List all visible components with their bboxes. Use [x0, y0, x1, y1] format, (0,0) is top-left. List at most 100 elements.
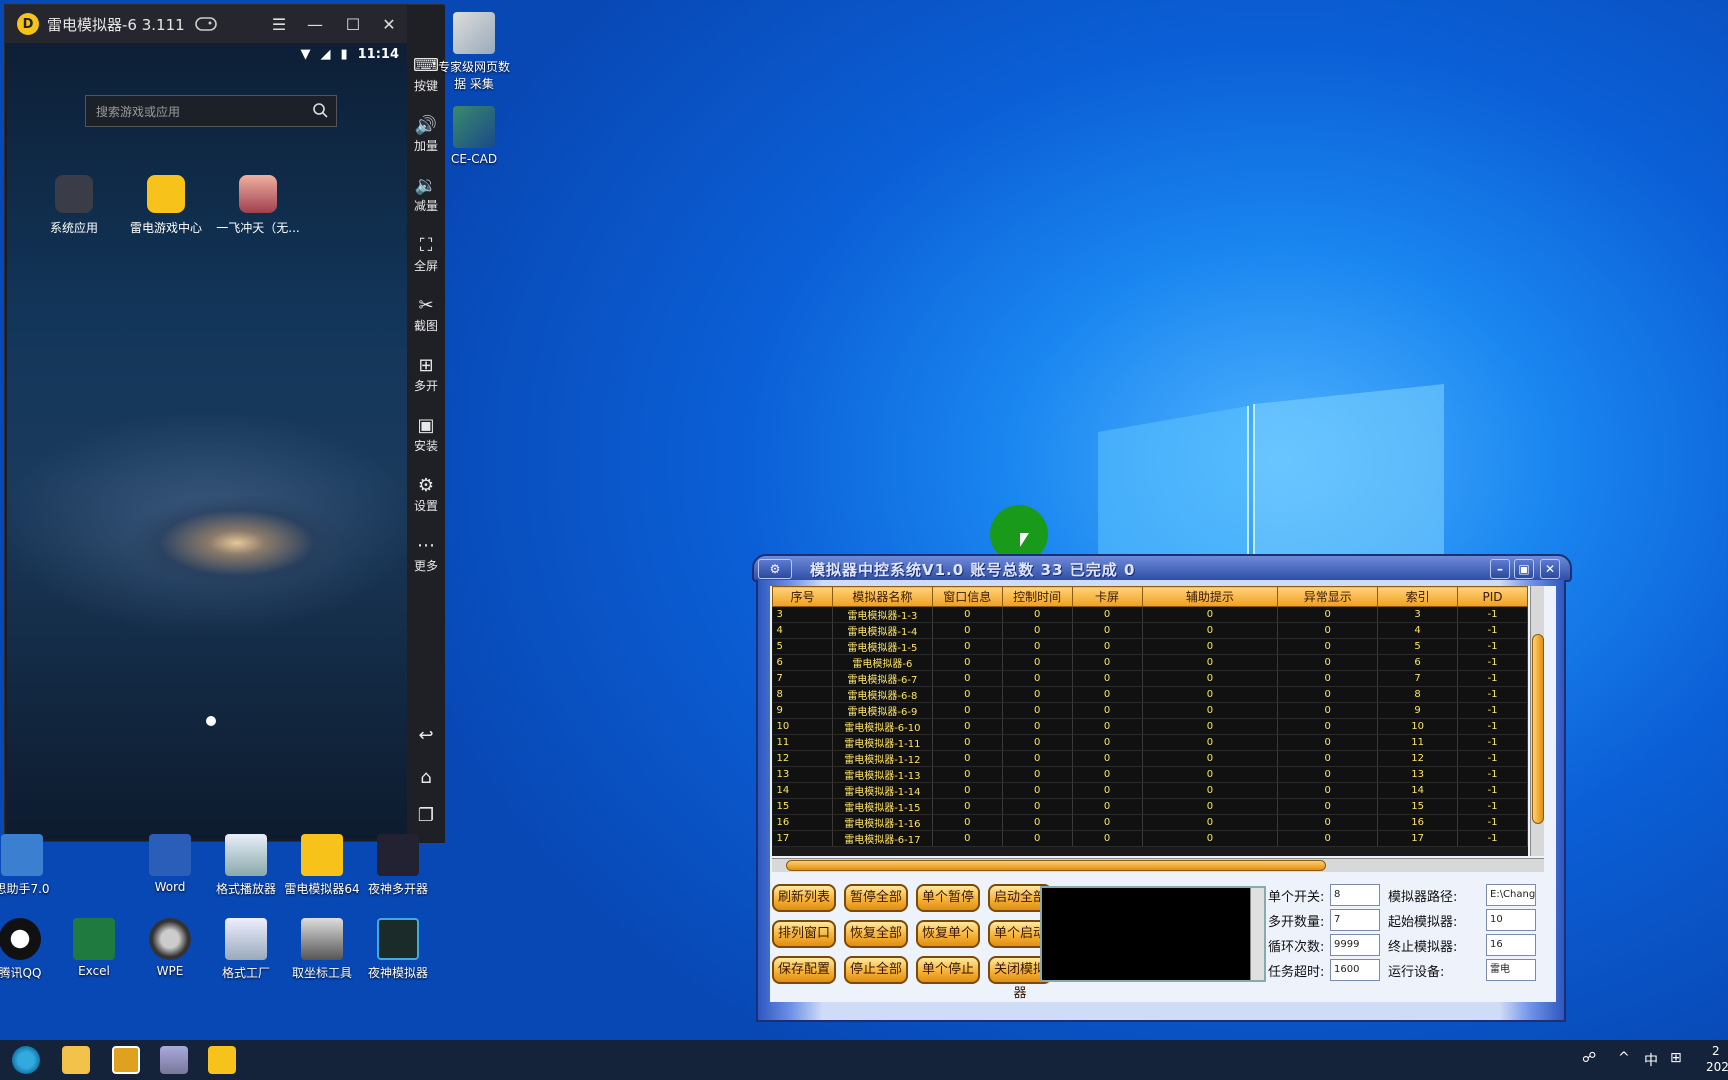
table-row[interactable]: 6 雷电模拟器-6 0 0 0 0 0 6 -1 [772, 654, 1528, 671]
app-game[interactable]: 一飞冲天（无... [213, 175, 303, 236]
tray-expand-icon[interactable]: ^ [1618, 1050, 1630, 1066]
vertical-scrollbar[interactable] [1530, 586, 1544, 856]
maximize-icon[interactable]: ☐ [335, 5, 371, 43]
restore-icon[interactable]: ▣ [1514, 559, 1534, 579]
table-row[interactable]: 8 雷电模拟器-6-8 0 0 0 0 0 8 -1 [772, 686, 1528, 703]
field-input[interactable]: 7 [1330, 909, 1380, 931]
android-screen[interactable]: ▼ ◢ ▮ 11:14 搜索游戏或应用 系统应用 雷电游戏中心 一飞冲天（无..… [7, 43, 407, 839]
control-button[interactable]: 暂停全部 [844, 884, 908, 912]
sidebar-install[interactable]: ▣ 安装 [407, 415, 445, 454]
emulator-title-bar[interactable]: D 雷电模拟器-6 3.111 ☰ — ☐ ✕ [5, 5, 407, 43]
field-input[interactable]: 1600 [1330, 959, 1380, 981]
notepad-icon[interactable] [160, 1046, 188, 1074]
table-row[interactable]: 14 雷电模拟器-1-14 0 0 0 0 0 14 -1 [772, 782, 1528, 799]
log-scrollbar[interactable] [1250, 888, 1264, 980]
file-explorer-icon[interactable] [62, 1046, 90, 1074]
clock-time[interactable]: 2 [1712, 1044, 1720, 1058]
desktop-icon-qq[interactable]: 腾讯QQ [0, 918, 60, 981]
field-input[interactable]: 16 [1486, 934, 1536, 956]
recents-button[interactable]: ❐ [407, 805, 445, 827]
minimize-icon[interactable]: — [297, 5, 333, 43]
column-header[interactable]: 控制时间 [1001, 586, 1073, 607]
table-row[interactable]: 4 雷电模拟器-1-4 0 0 0 0 0 4 -1 [772, 622, 1528, 639]
desktop-icon-web-collector[interactable]: 专家级网页数据 采集 [434, 12, 514, 92]
sidebar-multi-open[interactable]: ⊞ 多开 [407, 355, 445, 394]
control-button[interactable]: 刷新列表 [772, 884, 836, 912]
control-button[interactable]: 停止全部 [844, 956, 908, 984]
table-row[interactable]: 10 雷电模拟器-6-10 0 0 0 0 0 10 -1 [772, 718, 1528, 735]
desktop-icon-nox-multi[interactable]: 夜神多开器 [358, 834, 438, 897]
desktop-icon-wpe[interactable]: WPE [130, 918, 210, 978]
desktop-icon-assistant[interactable]: 思助手7.0 [0, 834, 62, 897]
table-row[interactable]: 9 雷电模拟器-6-9 0 0 0 0 0 9 -1 [772, 702, 1528, 719]
app-game-center[interactable]: 雷电游戏中心 [121, 175, 211, 236]
column-header[interactable]: 模拟器名称 [831, 586, 933, 607]
log-box[interactable] [1040, 886, 1266, 982]
desktop-icon-excel[interactable]: Excel [54, 918, 134, 978]
emulator-table[interactable]: 序号 模拟器名称 窗口信息 控制时间 卡屏 辅助提示 异常显示 索引 PID 3 雷电模拟器-1-… [772, 586, 1528, 856]
horizontal-scrollbar[interactable] [772, 858, 1544, 872]
ime-mode-icon[interactable]: ⊞ [1670, 1050, 1682, 1066]
desktop-icon-format-factory[interactable]: 格式工厂 [206, 918, 286, 981]
search-icon[interactable] [312, 102, 328, 118]
app-window-icon[interactable] [112, 1046, 140, 1074]
close-icon[interactable]: ✕ [1540, 559, 1560, 579]
control-button[interactable]: 排列窗口 [772, 920, 836, 948]
table-row[interactable]: 17 雷电模拟器-6-17 0 0 0 0 0 17 -1 [772, 830, 1528, 847]
table-row[interactable]: 5 雷电模拟器-1-5 0 0 0 0 0 5 -1 [772, 638, 1528, 655]
column-header[interactable]: 窗口信息 [931, 586, 1003, 607]
sidebar-settings[interactable]: ⚙ 设置 [407, 475, 445, 514]
minimize-icon[interactable]: – [1490, 559, 1510, 579]
column-header[interactable]: 异常显示 [1277, 586, 1379, 607]
search-input[interactable]: 搜索游戏或应用 [85, 95, 337, 127]
control-button[interactable]: 单个暂停 [916, 884, 980, 912]
desktop-icon-ce-cad[interactable]: CE-CAD [434, 106, 514, 166]
ldplayer-taskbar-icon[interactable] [208, 1046, 236, 1074]
field-input[interactable]: 10 [1486, 909, 1536, 931]
column-header[interactable]: PID [1457, 586, 1528, 607]
sidebar-more[interactable]: ⋯ 更多 [407, 535, 445, 574]
control-title-bar[interactable]: ⚙ 模拟器中控系统V1.0 账号总数 33 已完成 0 – ▣ ✕ [752, 554, 1572, 582]
table-row[interactable]: 16 雷电模拟器-1-16 0 0 0 0 0 16 -1 [772, 814, 1528, 831]
desktop-icon-nox[interactable]: 夜神模拟器 [358, 918, 438, 981]
field-input[interactable]: E:\Chang [1486, 884, 1536, 906]
control-button[interactable]: 保存配置 [772, 956, 836, 984]
network-icon[interactable]: ☍ [1582, 1050, 1596, 1066]
table-row[interactable]: 15 雷电模拟器-1-15 0 0 0 0 0 15 -1 [772, 798, 1528, 815]
desktop-icon-ld64[interactable]: 雷电模拟器64 [282, 834, 362, 897]
sidebar-fullscreen[interactable]: ⛶ 全屏 [407, 235, 445, 274]
field-input[interactable]: 9999 [1330, 934, 1380, 956]
scroll-thumb[interactable] [786, 860, 1326, 871]
field-input[interactable]: 8 [1330, 884, 1380, 906]
desktop-icon-coord-tool[interactable]: 取坐标工具 [282, 918, 362, 981]
scroll-thumb[interactable] [1532, 634, 1544, 824]
column-header[interactable]: 辅助提示 [1141, 586, 1279, 607]
clock-date[interactable]: 202 [1706, 1060, 1728, 1074]
control-button[interactable]: 恢复单个 [916, 920, 980, 948]
ime-indicator[interactable]: 中 [1644, 1050, 1658, 1070]
control-button[interactable]: 恢复全部 [844, 920, 908, 948]
sidebar-screenshot[interactable]: ✂ 截图 [407, 295, 445, 334]
desktop-icon-player[interactable]: 格式播放器 [206, 834, 286, 897]
control-button[interactable]: 单个停止 [916, 956, 980, 984]
table-row[interactable]: 3 雷电模拟器-1-3 0 0 0 0 0 3 -1 [772, 606, 1528, 623]
close-icon[interactable]: ✕ [371, 5, 407, 43]
table-row[interactable]: 11 雷电模拟器-1-11 0 0 0 0 0 11 -1 [772, 734, 1528, 751]
wrench-icon[interactable]: ⚙ [758, 559, 792, 579]
sidebar-volume-down[interactable]: 🔉 减量 [407, 175, 445, 214]
edge-icon[interactable] [12, 1046, 40, 1074]
table-row[interactable]: 13 雷电模拟器-1-13 0 0 0 0 0 13 -1 [772, 766, 1528, 783]
table-row[interactable]: 12 雷电模拟器-1-12 0 0 0 0 0 12 -1 [772, 750, 1528, 767]
column-header[interactable]: 索引 [1377, 586, 1459, 607]
table-row[interactable]: 7 雷电模拟器-6-7 0 0 0 0 0 7 -1 [772, 670, 1528, 687]
gamepad-icon[interactable] [194, 17, 217, 31]
desktop-icon-word[interactable]: Word [130, 834, 210, 894]
field-input[interactable]: 雷电 [1486, 959, 1536, 981]
app-system[interactable]: 系统应用 [29, 175, 119, 236]
back-button[interactable]: ↩ [407, 725, 445, 747]
menu-icon[interactable]: ☰ [261, 5, 297, 43]
assistant-icon [1, 834, 43, 876]
column-header[interactable]: 序号 [772, 586, 833, 607]
column-header[interactable]: 卡屏 [1071, 586, 1143, 607]
home-button[interactable]: ⌂ [407, 767, 445, 789]
